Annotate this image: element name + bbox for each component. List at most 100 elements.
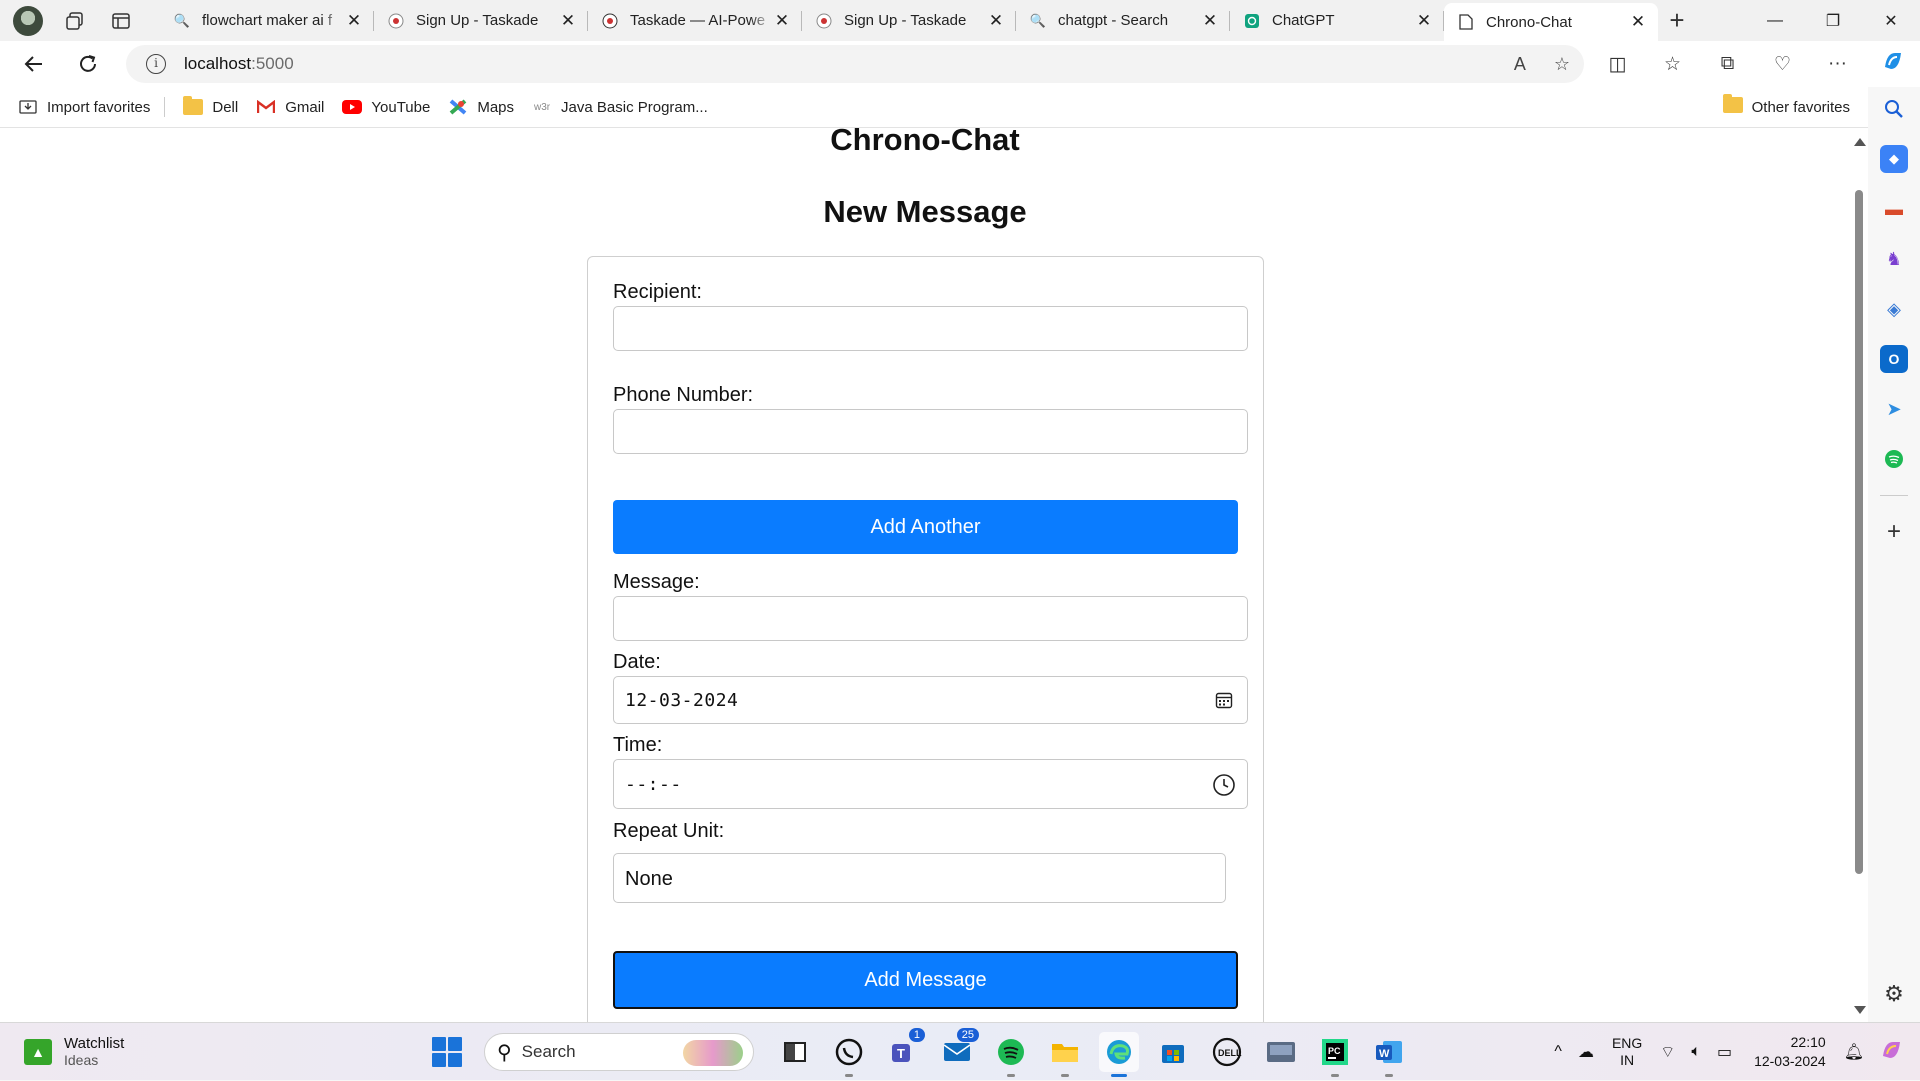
copilot-taskbar-icon[interactable]	[1880, 1038, 1904, 1067]
scrollbar-thumb[interactable]	[1855, 190, 1863, 874]
teams-app[interactable]: T1	[883, 1028, 925, 1072]
date-value: 12-03-2024	[625, 690, 739, 711]
repeat-unit-select[interactable]: None	[613, 853, 1226, 903]
onedrive-icon[interactable]: ☁	[1578, 1042, 1594, 1062]
outlook-icon[interactable]: O	[1880, 345, 1908, 373]
new-tab-button[interactable]: +	[1662, 6, 1692, 36]
favorite-label: Import favorites	[47, 98, 151, 116]
shopping-tag-icon[interactable]: ◆	[1880, 145, 1908, 173]
close-tab-icon[interactable]: ✕	[1414, 11, 1434, 31]
favorite-dell[interactable]: Dell	[183, 96, 238, 116]
start-button[interactable]	[432, 1037, 462, 1067]
word-app[interactable]: W	[1369, 1032, 1409, 1077]
dell-app-2[interactable]	[1261, 1032, 1301, 1072]
whatsapp-app[interactable]	[829, 1032, 869, 1077]
favorite-gmail[interactable]: Gmail	[256, 99, 324, 116]
favorite-import[interactable]: Import favorites	[18, 99, 150, 116]
clock[interactable]: 22:10 12-03-2024	[1754, 1033, 1826, 1071]
search-highlight-image	[683, 1040, 743, 1066]
tab[interactable]: Sign Up - Taskade ✕	[374, 0, 588, 41]
time-input[interactable]: --:--	[613, 759, 1248, 809]
date-label: Date:	[613, 651, 661, 673]
language-indicator[interactable]: ENG IN	[1612, 1035, 1642, 1069]
close-tab-icon[interactable]: ✕	[986, 11, 1006, 31]
store-app[interactable]	[1153, 1032, 1193, 1072]
microsoft365-icon[interactable]: ◈	[1880, 295, 1908, 323]
close-window-icon[interactable]: ✕	[1862, 0, 1920, 41]
favorites-icon[interactable]: ☆	[1645, 53, 1700, 76]
close-tab-icon[interactable]: ✕	[1628, 12, 1648, 32]
spotify-app[interactable]	[991, 1032, 1031, 1077]
w3r-icon: w3r	[533, 101, 551, 113]
split-screen-icon[interactable]: ◫	[1590, 53, 1645, 76]
more-menu-icon[interactable]: ···	[1810, 53, 1865, 75]
stock-chart-icon: ▲	[24, 1038, 52, 1065]
add-message-button[interactable]: Add Message	[613, 951, 1238, 1009]
collections-icon[interactable]: ⧉	[1700, 53, 1755, 75]
recipient-input[interactable]	[613, 306, 1248, 351]
page-scrollbar[interactable]	[1850, 128, 1868, 1022]
mail-app[interactable]: 25	[937, 1028, 979, 1072]
tab-list: 🔍 flowchart maker ai f ✕ Sign Up - Taska…	[160, 0, 1658, 41]
tab[interactable]: 🔍 flowchart maker ai f ✕	[160, 0, 374, 41]
games-icon[interactable]: ♞	[1880, 245, 1908, 273]
file-explorer-app[interactable]	[1045, 1032, 1085, 1077]
browser-essentials-icon[interactable]: ♡	[1755, 53, 1810, 76]
pycharm-app[interactable]: PC	[1315, 1032, 1355, 1077]
chevron-up-icon[interactable]: ^	[1554, 1043, 1562, 1061]
app-title: Chrono-Chat	[830, 128, 1020, 157]
close-tab-icon[interactable]: ✕	[1200, 11, 1220, 31]
calendar-icon[interactable]	[1213, 689, 1235, 711]
favorite-youtube[interactable]: YouTube	[342, 99, 430, 116]
url-text[interactable]: localhost:5000	[184, 54, 294, 74]
tab[interactable]: 🔍 chatgpt - Search ✕	[1016, 0, 1230, 41]
widgets-button[interactable]: ▲ Watchlist Ideas	[24, 1035, 124, 1068]
add-icon[interactable]: +	[1880, 518, 1908, 546]
read-aloud-icon[interactable]: A	[1514, 54, 1526, 75]
favorite-java[interactable]: w3r Java Basic Program...	[532, 99, 708, 116]
site-info-icon[interactable]: i	[146, 54, 166, 74]
tab[interactable]: ChatGPT ✕	[1230, 0, 1444, 41]
tab-actions-icon[interactable]	[109, 9, 133, 33]
edge-app[interactable]	[1099, 1032, 1139, 1077]
date-input[interactable]: 12-03-2024	[613, 676, 1248, 724]
terminal-app[interactable]	[775, 1032, 815, 1072]
wifi-icon[interactable]: ⌔	[1660, 1042, 1675, 1062]
spotify-icon[interactable]	[1880, 445, 1908, 473]
profile-avatar[interactable]	[13, 5, 43, 36]
notification-bell-icon[interactable]: 🔔︎	[1844, 1042, 1864, 1062]
battery-icon[interactable]: ▭	[1717, 1042, 1732, 1062]
refresh-button[interactable]	[70, 46, 106, 82]
message-input[interactable]	[613, 596, 1248, 641]
tab-active[interactable]: Chrono-Chat ✕	[1444, 3, 1658, 41]
send-icon[interactable]: ➤	[1880, 395, 1908, 423]
search-icon[interactable]	[1880, 95, 1908, 123]
tools-icon[interactable]: ▬	[1880, 195, 1908, 223]
minimize-icon[interactable]: —	[1746, 0, 1804, 41]
scroll-down-arrow-icon[interactable]	[1854, 1006, 1866, 1014]
close-tab-icon[interactable]: ✕	[558, 11, 578, 31]
restore-icon[interactable]: ❐	[1804, 0, 1862, 41]
tab-title: Taskade — AI-Powe	[630, 12, 766, 29]
close-tab-icon[interactable]: ✕	[344, 11, 364, 31]
volume-icon[interactable]: 🔈︎	[1691, 1043, 1701, 1061]
close-tab-icon[interactable]: ✕	[772, 11, 792, 31]
tab-title: Sign Up - Taskade	[844, 12, 967, 29]
taskbar-search[interactable]: ⚲ Search	[484, 1033, 754, 1071]
tab[interactable]: Sign Up - Taskade ✕	[802, 0, 1016, 41]
clock-icon[interactable]	[1212, 773, 1236, 797]
address-bar[interactable]: i localhost:5000 A ☆	[126, 45, 1584, 83]
add-another-button[interactable]: Add Another	[613, 500, 1238, 554]
favorite-star-icon[interactable]: ☆	[1554, 54, 1570, 75]
favorite-maps[interactable]: Maps	[448, 99, 514, 116]
workspaces-icon[interactable]	[63, 9, 87, 33]
phone-input[interactable]	[613, 409, 1248, 454]
dell-app[interactable]: DELL	[1207, 1032, 1247, 1072]
copilot-icon[interactable]	[1865, 49, 1920, 79]
settings-gear-icon[interactable]: ⚙	[1880, 980, 1908, 1008]
tab[interactable]: Taskade — AI-Powe ✕	[588, 0, 802, 41]
back-button[interactable]	[16, 46, 52, 82]
time-label: Time:	[613, 734, 663, 756]
other-favorites[interactable]: Other favorites	[1722, 94, 1850, 117]
scroll-up-arrow-icon[interactable]	[1854, 138, 1866, 146]
